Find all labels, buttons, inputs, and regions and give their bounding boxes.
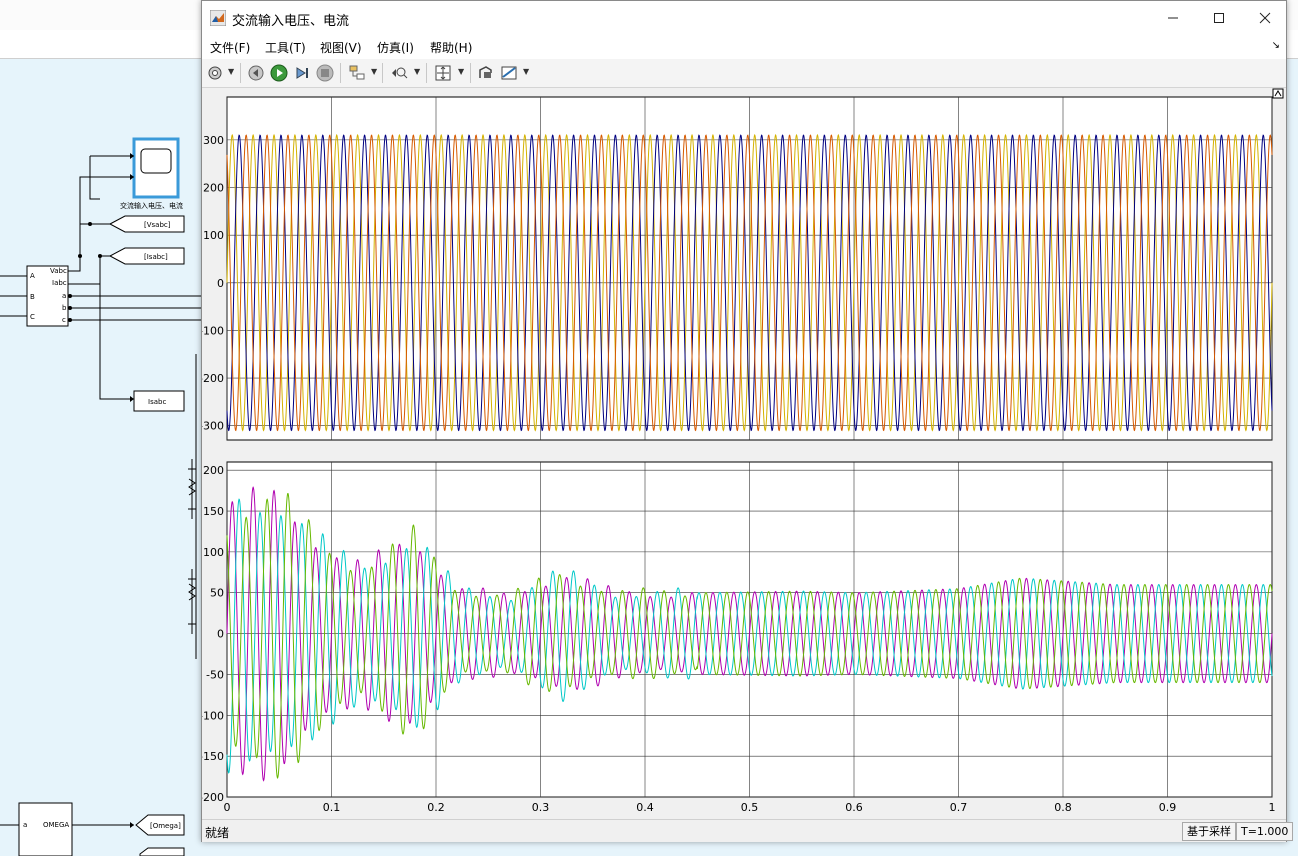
omega-port-label: a <box>23 821 27 829</box>
port-label-vabc: Vabc <box>50 267 67 275</box>
measurements-icon[interactable] <box>500 64 518 82</box>
scope-titlebar[interactable]: 交流输入电压、电流 <box>202 1 1286 35</box>
x-tick-label: 0.3 <box>532 801 550 814</box>
y-tick-label: -100 <box>202 324 224 337</box>
run-icon[interactable] <box>270 64 288 82</box>
x-tick-label: 0.6 <box>845 801 863 814</box>
goto-isabc-label: Isabc <box>148 398 166 406</box>
close-button[interactable] <box>1242 1 1288 35</box>
undock-arrow-icon[interactable]: ↘ <box>1272 40 1280 51</box>
autoscale-dropdown-icon[interactable]: ▼ <box>458 67 464 76</box>
settings-gear-icon[interactable] <box>206 64 224 82</box>
matlab-icon <box>210 10 226 26</box>
x-tick-label: 0.8 <box>1054 801 1072 814</box>
plot-area: 300 200 100 0 -100 -200 -300 0 0.1 0.2 0.3 0.4 0.5 0… <box>199 88 1286 819</box>
maximize-button[interactable] <box>1196 1 1242 35</box>
scope-toolbar: ▼ ▼ ▼ ▼ ▼ <box>202 59 1286 88</box>
close-icon <box>1259 12 1271 24</box>
zoom-icon[interactable] <box>390 64 408 82</box>
settings-dropdown-icon[interactable]: ▼ <box>228 67 234 76</box>
y-tick-label: 150 <box>203 505 224 518</box>
menu-help[interactable]: 帮助(H) <box>430 39 472 56</box>
step-forward-icon[interactable] <box>293 64 311 82</box>
y-tick-label: -300 <box>202 420 224 433</box>
scope-block-label: 交流输入电压、电流 <box>120 201 183 210</box>
window-title: 交流输入电压、电流 <box>232 14 350 29</box>
autoscale-icon[interactable] <box>434 64 452 82</box>
x-tick-label: 0 <box>224 801 231 814</box>
step-back-icon[interactable] <box>247 64 265 82</box>
x-tick-label: 0.4 <box>636 801 654 814</box>
y-tick-label: 200 <box>203 464 224 477</box>
x-tick-label: 0.9 <box>1159 801 1177 814</box>
y-tick-label: 100 <box>203 229 224 242</box>
omega-block[interactable] <box>18 802 73 856</box>
goto-iabc-label: [Isabc] <box>144 253 168 261</box>
scope-plots[interactable]: 300 200 100 0 -100 -200 -300 0 0.1 0.2 0.3 0.4 0.5 0… <box>199 88 1286 819</box>
port-label-c-lower: c <box>62 316 66 324</box>
goto-vabc-label: [Vsabc] <box>144 221 171 229</box>
menu-simulation[interactable]: 仿真(I) <box>377 39 414 56</box>
status-sample-mode: 基于采样 <box>1182 822 1236 841</box>
y-tick-label: 300 <box>203 134 224 147</box>
status-ready: 就绪 <box>205 826 230 840</box>
x-tick-label: 1 <box>1269 801 1276 814</box>
undock-axes-button[interactable] <box>1272 88 1284 99</box>
omega-block-label: OMEGA <box>43 821 69 829</box>
y-tick-label: 200 <box>203 182 224 195</box>
port-label-b-upper: B <box>30 293 35 301</box>
y-tick-label: 100 <box>203 546 224 559</box>
menu-tools[interactable]: 工具(T) <box>265 39 306 56</box>
minimize-button[interactable] <box>1150 1 1196 35</box>
port-label-a-upper: A <box>30 272 35 280</box>
scope-window[interactable]: 交流输入电压、电流 文件(F) 工具(T) 视图(V) 仿真(I) 帮助(H) … <box>199 0 1294 842</box>
x-tick-label: 0.1 <box>323 801 341 814</box>
goto-omega-label: [Omega] <box>150 822 181 830</box>
x-tick-label: 0.7 <box>950 801 968 814</box>
port-label-c-upper: C <box>30 313 35 321</box>
simulink-diagram: 交流输入电压、电流 [Vsabc] [Isabc] Isabc A B C Va… <box>0 137 201 856</box>
y-tick-label: -100 <box>202 709 224 722</box>
style-icon[interactable] <box>477 64 495 82</box>
menu-bar: 文件(F) 工具(T) 视图(V) 仿真(I) 帮助(H) ↘ <box>202 35 1286 59</box>
y-tick-label: 50 <box>210 587 224 600</box>
port-label-b-lower: b <box>62 304 67 312</box>
y-tick-label: 0 <box>217 628 224 641</box>
highlight-dropdown-icon[interactable]: ▼ <box>371 67 377 76</box>
y-tick-label: 0 <box>217 277 224 290</box>
x-tick-label: 0.2 <box>427 801 445 814</box>
minimize-icon <box>1168 17 1178 19</box>
tick-labels-top: 300 200 100 0 -100 -200 -300 <box>199 134 224 433</box>
port-label-iabc: Iabc <box>52 279 67 287</box>
status-bar: 就绪 基于采样 T=1.000 <box>202 819 1294 842</box>
measurements-dropdown-icon[interactable]: ▼ <box>523 67 529 76</box>
y-tick-label: -200 <box>202 372 224 385</box>
port-label-a-lower: a <box>62 292 66 300</box>
y-tick-label: -150 <box>202 750 224 763</box>
stop-icon[interactable] <box>316 64 334 82</box>
menu-view[interactable]: 视图(V) <box>320 39 362 56</box>
y-tick-label: -50 <box>206 668 224 681</box>
x-tick-label: 0.5 <box>741 801 759 814</box>
y-tick-label: -200 <box>202 791 224 804</box>
maximize-icon <box>1214 13 1224 23</box>
menu-file[interactable]: 文件(F) <box>210 39 250 56</box>
zoom-dropdown-icon[interactable]: ▼ <box>414 67 420 76</box>
highlight-block-icon[interactable] <box>348 64 366 82</box>
status-time: T=1.000 <box>1236 822 1294 841</box>
